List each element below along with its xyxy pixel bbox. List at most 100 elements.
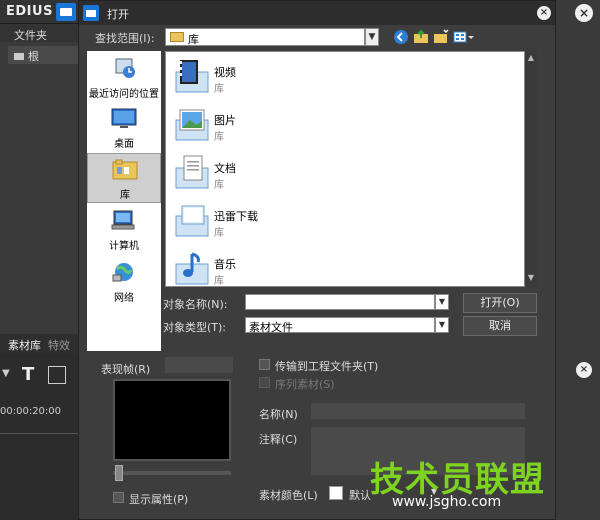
place-label: 网络 <box>114 293 134 304</box>
file-name: 图片 <box>214 114 236 127</box>
look-in-value: 库 <box>188 33 199 46</box>
file-type: 库 <box>214 84 224 95</box>
pictures-icon <box>175 109 209 141</box>
list-item[interactable]: 音乐 库 <box>166 246 496 292</box>
list-item[interactable]: 迅雷下载 库 <box>166 198 496 244</box>
libraries-icon <box>112 159 138 180</box>
file-name: 视频 <box>214 66 236 79</box>
place-network[interactable]: 网络 <box>87 257 161 307</box>
clip-color-value[interactable]: 默认 <box>349 487 371 503</box>
place-label: 计算机 <box>109 241 139 252</box>
tab-bin[interactable]: 素材库 <box>8 337 41 353</box>
network-icon <box>112 263 133 282</box>
view-menu-icon[interactable] <box>453 29 475 45</box>
timeline-toolbar: ▼ T <box>0 364 80 388</box>
sequence-label: 序列素材(S) <box>275 378 335 391</box>
object-type-select[interactable]: 素材文件 <box>245 317 435 334</box>
new-folder-icon[interactable] <box>433 29 449 45</box>
file-type: 库 <box>214 228 224 239</box>
preview-frame-field[interactable] <box>165 357 233 373</box>
folder-root-item[interactable]: 根 <box>8 46 78 64</box>
dialog-titlebar[interactable]: 打开 × <box>79 1 555 25</box>
file-type: 库 <box>214 180 224 191</box>
object-name-input[interactable] <box>245 294 435 310</box>
folder-root-label: 根 <box>28 50 39 63</box>
downloads-icon <box>175 205 209 237</box>
chevron-down-icon[interactable]: ▼ <box>365 28 379 46</box>
close-icon[interactable]: × <box>537 6 551 20</box>
place-libraries[interactable]: 库 <box>87 153 161 203</box>
documents-icon <box>175 155 209 189</box>
chevron-down-icon[interactable]: ▼ <box>435 294 449 310</box>
file-name: 音乐 <box>214 258 236 271</box>
open-dialog: 打开 × 查找范围(I): 库 ▼ 最近访问的位置 桌面 库 计算机 网络 视频… <box>78 0 556 520</box>
transfer-label: 传输到工程文件夹(T) <box>275 360 379 373</box>
back-icon[interactable] <box>393 29 409 45</box>
clip-name-label: 名称(N) <box>259 408 298 421</box>
close-icon[interactable]: × <box>575 4 593 22</box>
place-label: 最近访问的位置 <box>89 89 159 100</box>
desktop-icon <box>111 108 137 128</box>
cancel-button[interactable]: 取消 <box>463 316 537 336</box>
clip-color-swatch[interactable] <box>329 486 343 500</box>
object-name-label: 对象名称(N): <box>163 298 228 311</box>
panel-tabs: 素材库 特效 <box>0 334 80 354</box>
look-in-label: 查找范围(I): <box>95 32 155 45</box>
sequence-checkbox[interactable] <box>259 377 270 388</box>
marker-icon[interactable] <box>48 366 66 384</box>
show-properties-checkbox[interactable] <box>113 492 124 503</box>
preview-slider-track[interactable] <box>113 471 231 475</box>
file-name: 迅雷下载 <box>214 210 258 223</box>
folder-icon <box>83 5 99 21</box>
place-computer[interactable]: 计算机 <box>87 205 161 255</box>
file-type: 库 <box>214 132 224 143</box>
clip-name-field[interactable] <box>311 403 525 419</box>
edius-logo: EDIUS <box>6 4 53 19</box>
file-list-scrollbar[interactable]: ▲ ▼ <box>525 51 537 287</box>
timeline-ruler[interactable] <box>0 422 80 434</box>
place-label: 库 <box>120 190 130 201</box>
place-label: 桌面 <box>114 139 134 150</box>
libraries-icon <box>170 32 184 42</box>
show-properties-label: 显示属性(P) <box>129 493 189 506</box>
folder-panel-header: 文件夹 <box>0 24 80 42</box>
list-item[interactable]: 图片 库 <box>166 102 496 148</box>
recent-places-icon <box>115 58 135 78</box>
up-folder-icon[interactable] <box>413 29 429 45</box>
file-list[interactable]: 视频 库 图片 库 文档 库 迅雷下载 库 音乐 库 <box>165 51 525 287</box>
computer-icon <box>111 210 135 230</box>
preview-slider-thumb[interactable] <box>115 465 123 481</box>
preview-frame-label: 表现帧(R) <box>101 363 151 376</box>
comment-label: 注释(C) <box>259 433 298 446</box>
right-panel <box>555 0 600 520</box>
chevron-down-icon[interactable]: ▼ <box>2 368 10 379</box>
timeline-panel: ▼ T 00:00:20:00 <box>0 354 80 520</box>
open-button[interactable]: 打开(O) <box>463 293 537 313</box>
place-recent[interactable]: 最近访问的位置 <box>87 53 161 103</box>
text-tool-icon[interactable]: T <box>22 364 34 385</box>
object-type-label: 对象类型(T): <box>163 321 227 334</box>
places-bar: 最近访问的位置 桌面 库 计算机 网络 <box>87 51 161 351</box>
chevron-up-icon[interactable]: ▲ <box>525 53 537 62</box>
look-in-select[interactable]: 库 <box>165 28 365 46</box>
videos-icon <box>175 60 209 93</box>
file-name: 文档 <box>214 162 236 175</box>
chevron-down-icon[interactable]: ▼ <box>435 317 449 333</box>
chevron-down-icon[interactable]: ▼ <box>525 273 537 282</box>
list-item[interactable]: 视频 库 <box>166 54 496 100</box>
close-icon[interactable]: × <box>576 362 592 378</box>
file-type: 库 <box>214 276 224 287</box>
transfer-checkbox[interactable] <box>259 359 270 370</box>
clip-color-label: 素材颜色(L) <box>259 489 318 502</box>
list-item[interactable]: 文档 库 <box>166 150 496 196</box>
music-icon <box>175 252 209 285</box>
tab-effects[interactable]: 特效 <box>48 337 70 353</box>
preview-window <box>113 379 231 461</box>
place-desktop[interactable]: 桌面 <box>87 103 161 153</box>
watermark-url: www.jsgho.com <box>392 494 502 510</box>
folder-icon[interactable] <box>56 3 76 21</box>
folder-icon <box>14 53 24 60</box>
folder-panel: 文件夹 根 素材库 特效 <box>0 24 80 354</box>
dialog-title: 打开 <box>107 8 129 21</box>
timeline-timecode: 00:00:20:00 <box>0 406 62 417</box>
